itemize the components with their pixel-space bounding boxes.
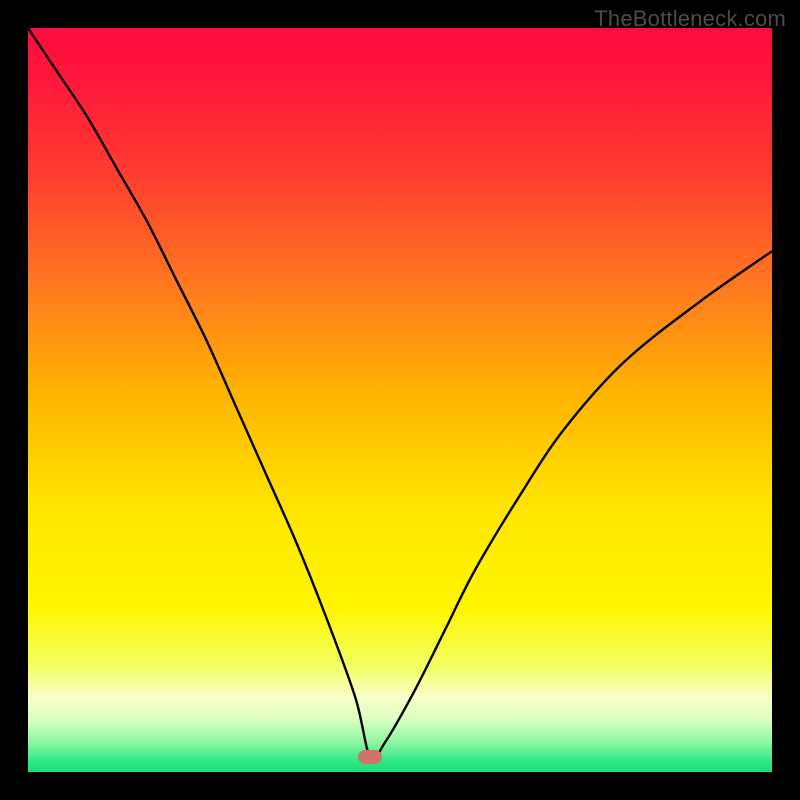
plot-area — [28, 28, 772, 772]
optimal-point-marker — [358, 750, 382, 764]
watermark-text: TheBottleneck.com — [594, 6, 786, 32]
chart-frame: TheBottleneck.com — [0, 0, 800, 800]
bottleneck-curve — [28, 28, 772, 772]
